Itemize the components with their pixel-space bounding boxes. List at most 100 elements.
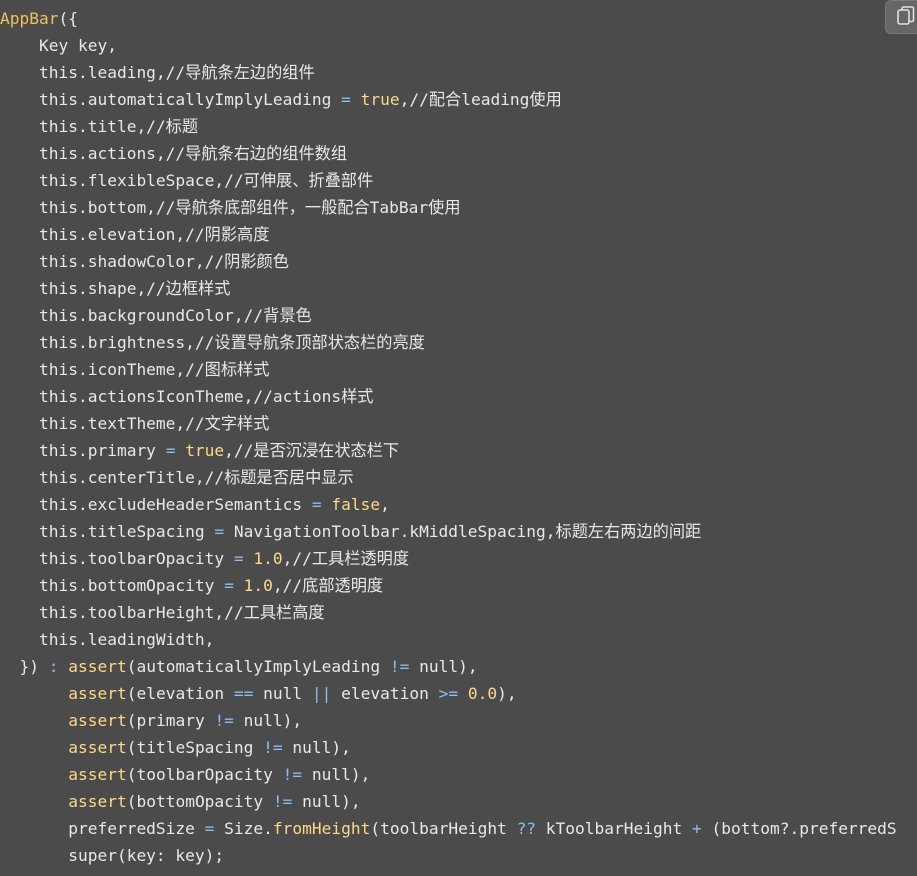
code-token: this.actionsIconTheme,//actions样式 [0, 387, 374, 406]
code-token: assert [68, 738, 127, 757]
code-line: this.backgroundColor,//背景色 [0, 302, 897, 329]
code-line: this.actions,//导航条右边的组件数组 [0, 140, 897, 167]
code-token: ,//工具栏透明度 [282, 549, 410, 568]
code-token: (bottomOpacity [126, 792, 273, 811]
code-token: ,//底部透明度 [272, 576, 384, 595]
code-line: this.shape,//边框样式 [0, 275, 897, 302]
code-token: AppBar [0, 9, 59, 28]
code-token: = [224, 576, 234, 595]
code-line: assert(titleSpacing != null), [0, 734, 897, 761]
code-token: true [185, 441, 225, 460]
code-token: assert [68, 765, 127, 784]
code-token: null), [409, 657, 478, 676]
code-token: this.brightness,//设置导航条顶部状态栏的亮度 [0, 333, 425, 352]
code-token: true [360, 90, 400, 109]
code-line: super(key: key); [0, 842, 897, 869]
code-line: assert(elevation == null || elevation >=… [0, 680, 897, 707]
code-token: assert [68, 684, 127, 703]
code-token: null), [282, 738, 351, 757]
code-token: this.primary [0, 441, 166, 460]
code-token: this.iconTheme,//图标样式 [0, 360, 270, 379]
code-line: this.bottom,//导航条底部组件，一般配合TabBar使用 [0, 194, 897, 221]
code-token: NavigationToolbar.kMiddleSpacing,标题左右两边的… [224, 522, 702, 541]
code-line: assert(bottomOpacity != null), [0, 788, 897, 815]
code-token: 1.0 [253, 549, 283, 568]
code-token: = [165, 441, 176, 460]
code-token: this.textTheme,//文字样式 [0, 414, 270, 433]
code-token: + [692, 819, 702, 838]
copy-icon [897, 6, 915, 25]
code-token: this.automaticallyImplyLeading [0, 90, 342, 109]
code-line: this.toolbarOpacity = 1.0,//工具栏透明度 [0, 545, 897, 572]
code-token: (elevation [126, 684, 234, 703]
code-token: this.bottom,//导航条底部组件，一般配合TabBar使用 [0, 198, 461, 217]
code-token: this.title,//标题 [0, 117, 199, 136]
code-line: this.actionsIconTheme,//actions样式 [0, 383, 897, 410]
code-token: = [214, 522, 225, 541]
code-line: this.leadingWidth, [0, 626, 897, 653]
code-token: fromHeight [272, 819, 371, 838]
code-token: preferredSize [0, 819, 205, 838]
code-token: assert [68, 792, 127, 811]
code-token: null), [233, 711, 303, 730]
code-token: Key key, [0, 36, 117, 55]
code-token: this.shadowColor,//阴影颜色 [0, 252, 289, 271]
code-line: Key key, [0, 32, 897, 59]
code-token: 0.0 [467, 684, 498, 703]
code-token: ?? [516, 819, 537, 838]
code-content[interactable]: AppBar({ Key key, this.leading,//导航条左边的组… [0, 5, 897, 869]
code-line: assert(primary != null), [0, 707, 897, 734]
code-token: null), [292, 792, 361, 811]
code-token: >= [438, 684, 459, 703]
code-token: 1.0 [243, 576, 273, 595]
code-token: (toolbarHeight [370, 819, 517, 838]
code-token: null), [302, 765, 371, 784]
code-token: this.excludeHeaderSemantics [0, 495, 312, 514]
code-token: || [311, 684, 332, 703]
code-line: this.centerTitle,//标题是否居中显示 [0, 464, 897, 491]
code-token: ({ [58, 9, 78, 28]
code-token: != [272, 792, 293, 811]
code-line: this.excludeHeaderSemantics = false, [0, 491, 897, 518]
code-block: AppBar({ Key key, this.leading,//导航条左边的组… [0, 0, 917, 876]
code-line: this.toolbarHeight,//工具栏高度 [0, 599, 897, 626]
code-token: }) [0, 657, 49, 676]
code-token: = [233, 549, 244, 568]
code-token: (primary [126, 711, 215, 730]
code-line: preferredSize = Size.fromHeight(toolbarH… [0, 815, 897, 842]
code-token: super(key: key); [0, 846, 225, 865]
code-line: this.brightness,//设置导航条顶部状态栏的亮度 [0, 329, 897, 356]
code-token: (automaticallyImplyLeading [126, 657, 390, 676]
code-token: != [389, 657, 410, 676]
code-token: this.titleSpacing [0, 522, 215, 541]
code-token: (bottom?.preferredS [701, 819, 897, 838]
code-token: ,//配合leading使用 [399, 90, 562, 109]
code-token: ), [497, 684, 517, 703]
code-line: assert(toolbarOpacity != null), [0, 761, 897, 788]
copy-button[interactable] [885, 0, 917, 34]
code-line: this.title,//标题 [0, 113, 897, 140]
code-line: this.shadowColor,//阴影颜色 [0, 248, 897, 275]
code-token: , [380, 495, 390, 514]
code-line: this.bottomOpacity = 1.0,//底部透明度 [0, 572, 897, 599]
code-token: this.bottomOpacity [0, 576, 225, 595]
code-token: (titleSpacing [126, 738, 264, 757]
code-line: this.leading,//导航条左边的组件 [0, 59, 897, 86]
code-token: == [233, 684, 254, 703]
code-token: = [204, 819, 215, 838]
code-line: }) : assert(automaticallyImplyLeading !=… [0, 653, 897, 680]
code-token: this.elevation,//阴影高度 [0, 225, 270, 244]
code-token: != [214, 711, 234, 730]
code-token: != [263, 738, 283, 757]
code-token: assert [68, 711, 127, 730]
code-line: this.iconTheme,//图标样式 [0, 356, 897, 383]
code-token: ,//是否沉浸在状态栏下 [224, 441, 400, 460]
